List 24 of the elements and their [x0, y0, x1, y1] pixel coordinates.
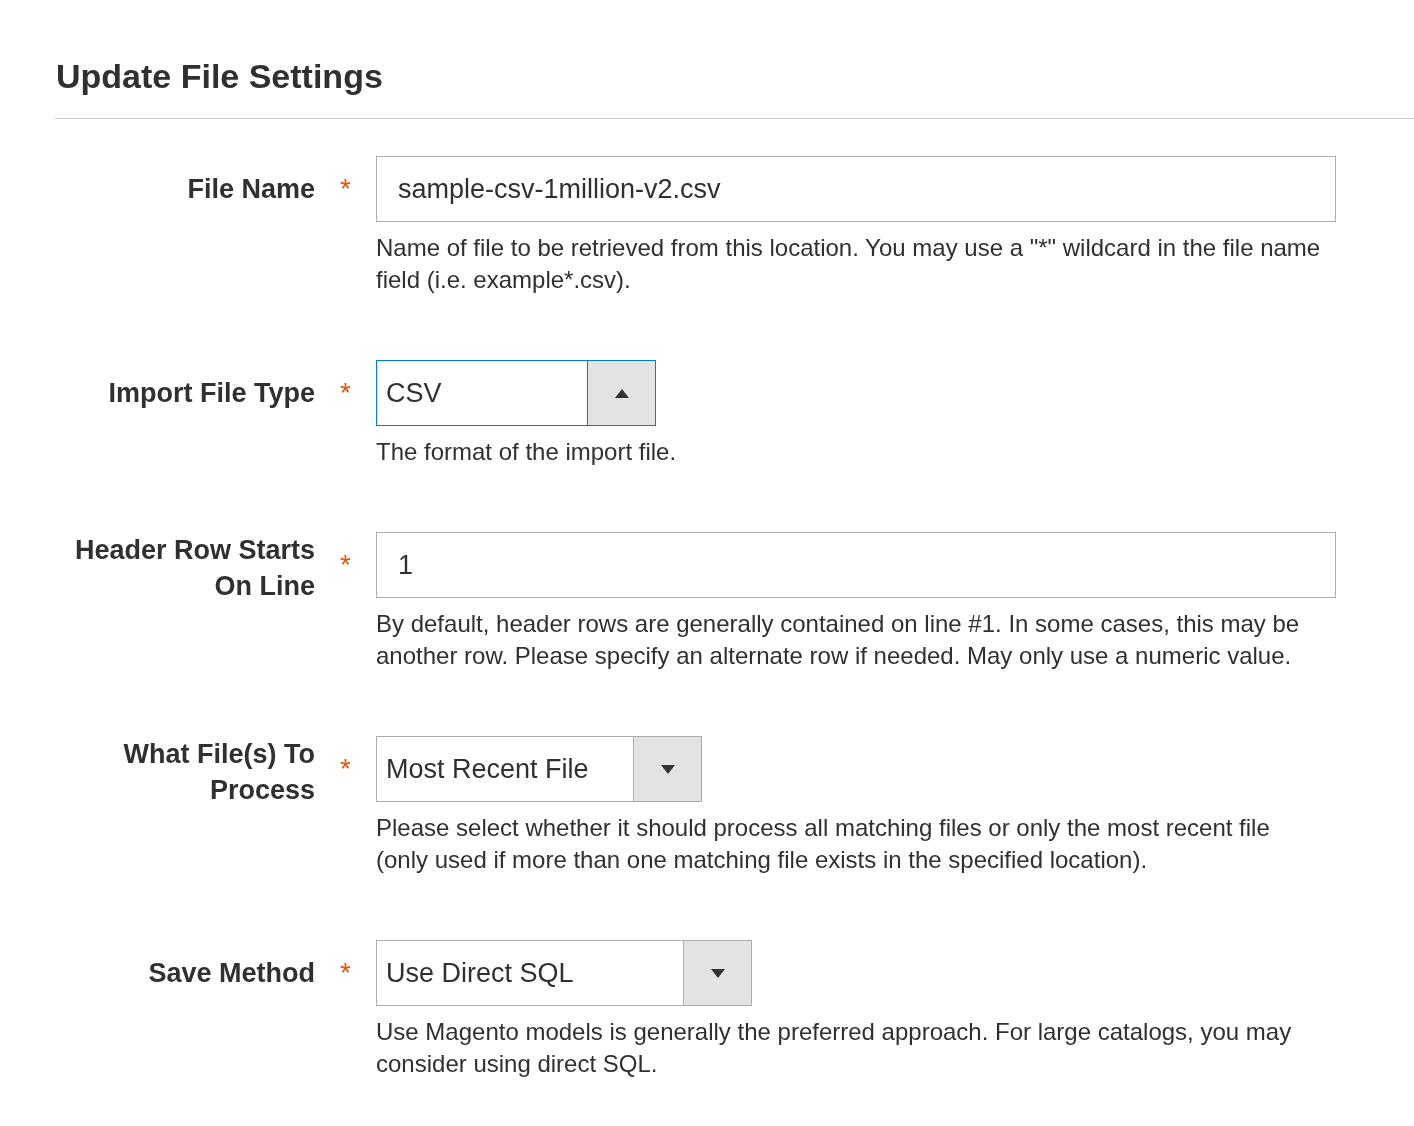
caret-up-icon — [614, 388, 629, 398]
field-label: Import File Type — [108, 377, 315, 410]
field-note: Name of file to be retrieved from this location. You may use a "*" wildcard in the file name field (i.e. example*.csv). — [376, 233, 1321, 295]
caret-down-icon — [710, 968, 725, 978]
section-title: Update File Settings — [56, 56, 384, 97]
required-asterisk: * — [340, 175, 351, 203]
field-note: The format of the import file. — [376, 437, 678, 467]
field-note: Use Magento models is generally the preferred approach. For large catalogs, you may consider using direct SQL. — [376, 1017, 1293, 1079]
dropdown-select[interactable]: Use Direct SQL — [376, 940, 752, 1006]
field-label: Header Row Starts On Line — [73, 534, 315, 603]
field-label: Save Method — [148, 957, 315, 990]
field-label: What File(s) To Process — [122, 738, 315, 807]
dropdown-select[interactable]: CSV — [376, 360, 656, 426]
field-note: By default, header rows are generally contained on line #1. In some cases, this may be another row. Please specify an alternate row if needed. May only use a numeric value. — [376, 609, 1301, 671]
field-label: File Name — [187, 173, 315, 206]
required-asterisk: * — [340, 755, 351, 783]
text-field[interactable]: sample-csv-1million-v2.csv — [376, 156, 1336, 222]
field-note: Please select whether it should process all matching files or only the most recent file (only used if more than one matching file exists in the specified location). — [376, 813, 1271, 875]
required-asterisk: * — [340, 551, 351, 579]
dropdown-select[interactable]: Most Recent File — [376, 736, 702, 802]
required-asterisk: * — [340, 959, 351, 987]
text-field[interactable]: 1 — [376, 532, 1336, 598]
required-asterisk: * — [340, 379, 351, 407]
caret-down-icon — [660, 764, 675, 774]
